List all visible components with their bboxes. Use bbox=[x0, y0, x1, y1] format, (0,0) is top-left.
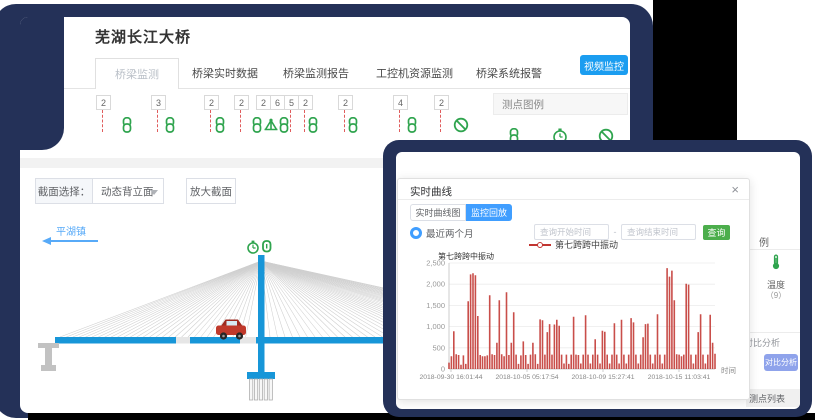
legend-marker-icon bbox=[529, 244, 551, 246]
chart-text: 1,000 bbox=[426, 322, 445, 331]
chart-text: 0 bbox=[441, 365, 445, 374]
sensor-count-badge: 2 bbox=[298, 95, 313, 110]
panel-divider bbox=[746, 332, 800, 333]
tab-ipc-resource-monitoring[interactable]: 工控机资源监测 bbox=[376, 65, 453, 81]
sensor-dash-line bbox=[157, 110, 158, 132]
sensor-count-badge: 2 bbox=[234, 95, 249, 110]
dialog-title: 实时曲线 bbox=[410, 184, 452, 199]
chart-text: 2,500 bbox=[426, 259, 445, 268]
chart-text: 2018-10-09 15:27:41 bbox=[571, 374, 634, 381]
sensor-count-badge: 5 bbox=[284, 95, 299, 110]
close-icon[interactable]: × bbox=[731, 182, 739, 197]
tab-bridge-monitoring[interactable]: 桥梁监测 bbox=[95, 58, 179, 89]
tab-realtime-data[interactable]: 桥梁实时数据 bbox=[192, 65, 258, 81]
ban-icon[interactable] bbox=[453, 117, 469, 133]
legend-panel-title: 测点图例 bbox=[502, 97, 544, 112]
chart-text: 500 bbox=[432, 343, 445, 352]
realtime-curve-dialog: 实时曲线 × 实时曲线图 监控回放 最近两个月 - 查询 第七跨跨中振动 第七跨… bbox=[397, 178, 750, 400]
sensor-dash-line bbox=[240, 110, 241, 132]
bridge-left-pier bbox=[38, 343, 59, 371]
tab-monitoring-report[interactable]: 桥梁监测报告 bbox=[283, 65, 349, 81]
chart-text: 2018-10-15 11:03:41 bbox=[648, 374, 711, 381]
sensor-dash-line bbox=[440, 110, 441, 132]
sensor-count-badge: 2 bbox=[338, 95, 353, 110]
tower-top-gauge-icon[interactable] bbox=[248, 241, 258, 253]
sensor-count-badge: 4 bbox=[393, 95, 408, 110]
link-icon[interactable] bbox=[345, 117, 361, 133]
sensor-count-badge: 2 bbox=[434, 95, 449, 110]
time-range-separator: - bbox=[610, 227, 620, 237]
zoom-section-button[interactable]: 放大截面 bbox=[186, 178, 236, 204]
chart-text: 2018-09-30 16:01:44 bbox=[419, 374, 482, 381]
tab-system-alarm[interactable]: 桥梁系统报警 bbox=[476, 65, 542, 81]
frame-corner-block bbox=[20, 17, 64, 150]
direction-arrow-icon bbox=[42, 237, 98, 245]
thermometer-icon[interactable] bbox=[768, 254, 784, 270]
chart-text: 2,000 bbox=[426, 280, 445, 289]
temperature-count: （9） bbox=[760, 290, 792, 301]
section-select-dropdown[interactable]: 动态背立面 bbox=[92, 178, 164, 204]
sensor-count-badge: 2 bbox=[96, 95, 111, 110]
link-icon[interactable] bbox=[162, 117, 178, 133]
compare-analysis-button[interactable]: 对比分析 bbox=[764, 354, 798, 371]
chart-text: 1,500 bbox=[426, 301, 445, 310]
panel-header-partial: 例 bbox=[759, 234, 769, 249]
chart-text: 第七跨跨中振动 bbox=[438, 251, 494, 261]
tab-monitor-playback[interactable]: 监控回放 bbox=[466, 204, 512, 221]
sensor-count-badge: 2 bbox=[256, 95, 271, 110]
sensor-count-badge: 2 bbox=[204, 95, 219, 110]
chart-series bbox=[449, 268, 715, 369]
overlay-app-window: 例 温度 （9） 对比分析 对比分析 测点列表 实时曲线 × 实时曲线图 监控回… bbox=[396, 152, 800, 409]
sensor-count-badge: 6 bbox=[270, 95, 285, 110]
video-monitoring-button[interactable]: 视频监控 bbox=[580, 55, 628, 75]
sensor-dash-line bbox=[102, 110, 103, 132]
link-icon[interactable] bbox=[305, 117, 321, 133]
tab-realtime-curve[interactable]: 实时曲线图 bbox=[410, 204, 466, 221]
sensor-dash-line bbox=[399, 110, 400, 132]
vibration-chart: 第七跨跨中振动 0 500 1,000 1,500 2,000 2,500 2018-09-3… bbox=[398, 247, 751, 399]
sensor-dash-line bbox=[290, 110, 291, 132]
sensor-count-badge: 3 bbox=[151, 95, 166, 110]
background-black-area bbox=[653, 0, 737, 145]
legend-panel-header: 测点图例 bbox=[493, 93, 628, 115]
bridge-piles bbox=[250, 379, 273, 400]
section-select-value: 动态背立面 bbox=[101, 184, 154, 199]
dialog-header: 实时曲线 × bbox=[398, 179, 749, 200]
car bbox=[216, 320, 246, 340]
point-list-header: 测点列表 bbox=[746, 389, 800, 407]
section-select-label: 截面选择： bbox=[35, 178, 93, 204]
link-icon[interactable] bbox=[404, 117, 420, 133]
link-icon[interactable] bbox=[119, 117, 135, 133]
page-title: 芜湖长江大桥 bbox=[95, 26, 191, 47]
link-icon[interactable] bbox=[212, 117, 228, 133]
tower-top-link-icon[interactable] bbox=[263, 241, 271, 252]
chart-text: 2018-10-05 05:17:54 bbox=[495, 374, 558, 381]
panel-divider bbox=[746, 249, 800, 250]
chart-text: 时间 bbox=[721, 365, 736, 375]
screenshot-stage: 芜湖长江大桥 桥梁监测 桥梁实时数据 桥梁监测报告 工控机资源监测 桥梁系统报警… bbox=[0, 0, 815, 420]
sensor-dash-line bbox=[210, 110, 211, 132]
chevron-down-icon bbox=[150, 190, 158, 195]
